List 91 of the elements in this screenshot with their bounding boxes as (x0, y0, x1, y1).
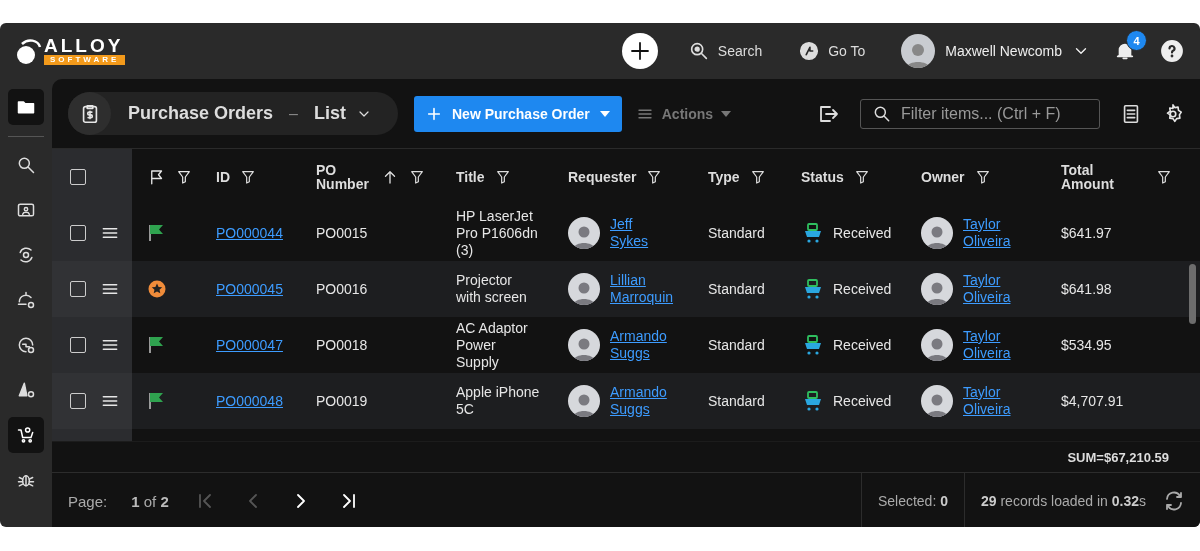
po-number: PO0015 (316, 225, 368, 241)
column-header[interactable]: PO Number (316, 163, 399, 191)
row-checkbox[interactable] (70, 225, 86, 241)
person-link[interactable]: Armando Suggs (610, 328, 667, 362)
add-button[interactable] (621, 33, 658, 69)
column-header[interactable]: Owner (921, 170, 965, 184)
order-type: Standard (708, 225, 765, 241)
row-checkbox[interactable] (70, 393, 86, 409)
new-purchase-order-button[interactable]: New Purchase Order (414, 95, 622, 132)
search-icon (16, 155, 36, 175)
page-indicator: 1 of 2 (131, 492, 169, 510)
dial-gear-icon (16, 335, 36, 355)
scrollbar-thumb[interactable] (1189, 264, 1196, 324)
filter-icon (974, 169, 991, 185)
avatar-icon (568, 217, 600, 249)
status-text: Received (833, 337, 892, 353)
filter-icon (1156, 169, 1172, 185)
logo-wordmark: ALLOY (44, 37, 124, 55)
status-text: Received (833, 393, 892, 409)
title-separator: – (289, 104, 298, 123)
column-header[interactable]: Status (801, 170, 844, 184)
filter-icon (494, 169, 511, 185)
avatar-icon (568, 273, 600, 305)
po-number: PO0016 (316, 281, 368, 297)
avatar-icon (901, 34, 936, 68)
order-id-link[interactable]: PO000045 (216, 281, 283, 297)
sidebar-item[interactable] (8, 89, 44, 125)
filter-icon (176, 169, 192, 185)
filter-icon (240, 169, 256, 185)
item-title: AC Adaptor Power Supply (456, 319, 529, 371)
status-text: Received (833, 225, 892, 241)
total-amount: $641.98 (1061, 281, 1112, 297)
total-amount: $641.97 (1061, 225, 1112, 241)
dome-gear-icon (16, 290, 36, 310)
page-title: Purchase Orders (128, 103, 274, 124)
po-number: PO0019 (316, 393, 368, 409)
avatar-icon (568, 329, 600, 361)
item-title: HP LaserJet Pro P1606dn (3) (456, 207, 539, 259)
total-amount: $4,707.91 (1061, 393, 1124, 409)
order-id-link[interactable]: PO000048 (216, 393, 283, 409)
goto-link[interactable]: Go To (798, 40, 866, 62)
order-type: Standard (708, 337, 765, 353)
column-header[interactable]: Type (708, 170, 740, 184)
caret-icon (599, 110, 610, 117)
id-card-icon (16, 200, 36, 220)
column-header[interactable]: Total Amount (1061, 163, 1114, 191)
total-amount: $534.95 (1061, 337, 1112, 353)
column-header[interactable]: Title (456, 170, 485, 184)
caret-icon (721, 110, 732, 117)
view-selector[interactable]: List (314, 103, 372, 124)
avatar-icon (568, 385, 600, 417)
gear-cycle-icon (16, 245, 36, 265)
status-text: Received (833, 281, 892, 297)
row-checkbox[interactable] (70, 337, 86, 353)
filter-icon (408, 169, 425, 185)
plus-icon (426, 105, 442, 122)
item-title: Apple iPhone 5C (456, 384, 540, 418)
avatar-icon (921, 385, 953, 417)
filter-icon (853, 169, 870, 185)
notification-badge: 4 (1126, 30, 1147, 51)
order-id-link[interactable]: PO000047 (216, 337, 283, 353)
person-link[interactable]: Jeff Sykes (610, 216, 649, 250)
person-link[interactable]: Taylor Oliveira (963, 328, 1011, 362)
user-menu[interactable]: Maxwell Newcomb (901, 34, 1090, 68)
item-title: Projector with screen (456, 272, 528, 306)
column-header[interactable]: Requester (568, 170, 637, 184)
order-type: Standard (708, 281, 765, 297)
records-status: 29 records loaded in 0.32s (981, 493, 1146, 509)
search-link[interactable]: Search (687, 40, 763, 62)
help-icon (1160, 39, 1184, 63)
avatar-icon (921, 329, 953, 361)
column-header[interactable]: ID (216, 170, 230, 184)
order-id-link[interactable]: PO000044 (216, 225, 283, 241)
avatar-icon (921, 273, 953, 305)
person-link[interactable]: Taylor Oliveira (963, 216, 1011, 250)
po-number: PO0018 (316, 337, 368, 353)
sidebar-item[interactable] (8, 417, 44, 453)
selected-count: Selected: 0 (877, 493, 948, 509)
pyramid-gear-icon (16, 380, 36, 400)
row-checkbox[interactable] (70, 281, 86, 297)
select-all-checkbox[interactable] (70, 169, 86, 185)
sum-total: SUM=$67,210.59 (1067, 449, 1169, 465)
order-type: Standard (708, 393, 765, 409)
filter-field[interactable]: Filter items... (Ctrl + F) (860, 98, 1100, 129)
filter-icon (646, 169, 663, 185)
avatar-icon (921, 217, 953, 249)
filter-icon (749, 169, 766, 185)
cart-gear-icon (16, 425, 36, 445)
logo-mark-icon (16, 36, 42, 66)
logo-subtitle: SOFTWARE (44, 55, 126, 65)
page-label: Page: (68, 492, 108, 510)
